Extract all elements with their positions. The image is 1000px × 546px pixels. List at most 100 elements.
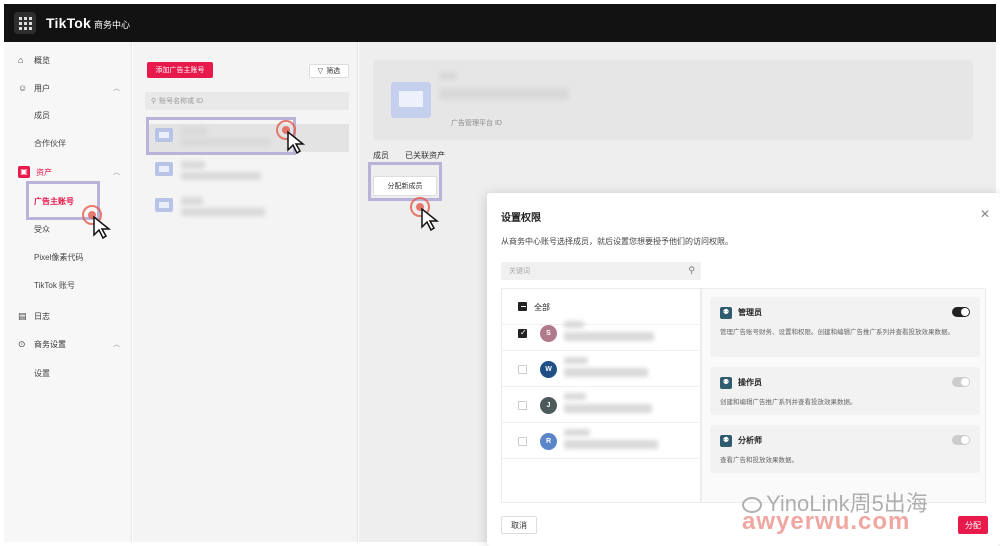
redacted-member-name (564, 321, 584, 328)
member-checkbox[interactable] (518, 401, 527, 410)
role-toggle-operator[interactable] (952, 377, 970, 387)
sidebar-item-logs[interactable]: ▤ 日志 (4, 306, 132, 326)
redacted-member-email (564, 404, 652, 413)
redacted-id (181, 208, 265, 216)
role-name: 管理员 (738, 308, 762, 317)
role-card-operator[interactable]: ⚉ 操作员 创建和编辑广告推广系列并查看投放效果数据。 (710, 367, 980, 415)
sidebar-item-label: 概览 (34, 55, 50, 65)
sidebar-item-users[interactable]: ☺ 用户 ︿ (4, 78, 132, 98)
click-cursor-icon (276, 120, 306, 154)
account-thumbnail (155, 162, 173, 176)
tab-members[interactable]: 成员 (373, 150, 389, 161)
member-checkbox[interactable] (518, 365, 527, 374)
filter-icon: ▽ (317, 68, 324, 75)
select-all-checkbox[interactable] (518, 302, 527, 311)
sidebar-item-partners[interactable]: 合作伙伴 (34, 138, 66, 149)
redacted-title (439, 88, 569, 100)
sidebar-item-assets[interactable]: ▣ 资产 ︿ (4, 162, 132, 182)
assign-button[interactable]: 分配 (958, 516, 988, 534)
filter-label: 筛选 (326, 68, 341, 75)
assets-icon: ▣ (18, 166, 30, 178)
redacted-member-name (564, 429, 590, 436)
keyword-search-input[interactable]: 关键词 ⚲ (501, 262, 701, 280)
search-icon: ⚲ (688, 265, 695, 275)
redacted-name (181, 197, 203, 205)
highlight-account-row (146, 117, 296, 155)
account-row[interactable] (149, 194, 349, 222)
sidebar-item-label: 资产 (36, 167, 52, 177)
click-cursor-icon (410, 197, 440, 231)
avatar: S (540, 325, 557, 342)
sidebar-item-tiktok-accounts[interactable]: TikTok 账号 (34, 280, 75, 291)
top-bar: TikTok 商务中心 (4, 4, 996, 42)
account-thumbnail (155, 198, 173, 212)
users-icon: ☺ (18, 83, 28, 93)
highlight-assign-button (368, 162, 442, 201)
brand-logo: TikTok (46, 15, 92, 31)
chevron-up-icon: ︿ (113, 169, 120, 176)
role-selection-pane: ⚉ 管理员 管理广告账号财务、设置和权限。创建和编辑广告推广系列并查看投放效果数… (701, 288, 986, 503)
redacted-member-name (564, 357, 588, 364)
redacted-id (181, 172, 261, 180)
chevron-up-icon: ︿ (113, 85, 120, 92)
role-card-admin[interactable]: ⚉ 管理员 管理广告账号财务、设置和权限。创建和编辑广告推广系列并查看投放效果数… (710, 297, 980, 357)
sidebar-item-label: 日志 (34, 311, 50, 321)
list-item[interactable]: R (502, 423, 702, 459)
account-header-card: 广告管理平台 ID (373, 60, 973, 140)
member-checkbox[interactable] (518, 328, 527, 338)
watermark-url: awyerwu.com (742, 508, 911, 535)
role-toggle-admin[interactable] (952, 307, 970, 317)
avatar: R (540, 433, 557, 450)
dialog-description: 从商务中心账号选择成员，就后设置您想要授予他们的访问权限。 (501, 237, 733, 246)
redacted-member-email (564, 332, 654, 341)
sidebar-item-overview[interactable]: ⌂ 概览 (4, 50, 132, 70)
sidebar-item-label: 用户 (34, 83, 50, 93)
add-advertiser-button[interactable]: 添加广告主账号 (147, 62, 213, 78)
redacted-name (439, 72, 457, 80)
sidebar-item-members[interactable]: 成员 (34, 110, 50, 121)
close-icon[interactable]: ✕ (980, 207, 990, 221)
select-all-label: 全部 (534, 303, 550, 312)
home-icon: ⌂ (18, 55, 24, 65)
brand-subtitle: 商务中心 (94, 20, 131, 30)
role-toggle-analyst[interactable] (952, 435, 970, 445)
settings-circle-icon: ⊙ (18, 339, 26, 349)
member-list: 全部 S W J R (501, 288, 702, 503)
avatar: J (540, 397, 557, 414)
role-name: 操作员 (738, 378, 762, 387)
click-cursor-icon (82, 205, 112, 239)
list-item[interactable]: S (502, 315, 702, 351)
dialog-title: 设置权限 (501, 213, 541, 224)
account-row[interactable] (149, 158, 349, 186)
sidebar-item-settings[interactable]: 设置 (34, 368, 50, 379)
sidebar: ⌂ 概览 ☺ 用户 ︿ 成员 合作伙伴 ▣ 资产 ︿ 广告主账号 受众 Pixe… (4, 42, 132, 542)
account-logo (391, 82, 431, 118)
cancel-button[interactable]: 取消 (501, 516, 537, 534)
sidebar-item-pixel[interactable]: Pixel像素代码 (34, 252, 83, 263)
role-card-analyst[interactable]: ⚉ 分析师 查看广告和投放效果数据。 (710, 425, 980, 473)
search-placeholder: 账号名称或 ID (159, 98, 204, 105)
platform-id-label: 广告管理平台 ID (451, 120, 502, 127)
list-item[interactable]: J (502, 387, 702, 423)
operator-role-icon: ⚉ (720, 377, 732, 389)
filter-button[interactable]: ▽ 筛选 (309, 64, 349, 78)
role-description: 查看广告和投放效果数据。 (720, 457, 798, 464)
role-description: 管理广告账号财务、设置和权限。创建和编辑广告推广系列并查看投放效果数据。 (720, 329, 954, 336)
sidebar-item-business-settings[interactable]: ⊙ 商务设置 ︿ (4, 334, 132, 354)
keyword-placeholder: 关键词 (509, 268, 530, 275)
tab-linked-assets[interactable]: 已关联资产 (405, 150, 445, 161)
redacted-member-email (564, 368, 648, 377)
account-search-input[interactable]: ⚲ 账号名称或 ID (145, 92, 349, 110)
chevron-up-icon: ︿ (113, 341, 120, 348)
role-name: 分析师 (738, 436, 762, 445)
redacted-member-email (564, 440, 658, 449)
list-item[interactable]: W (502, 351, 702, 387)
analyst-role-icon: ⚉ (720, 435, 732, 447)
admin-role-icon: ⚉ (720, 307, 732, 319)
role-description: 创建和编辑广告推广系列并查看投放效果数据。 (720, 399, 857, 406)
member-checkbox[interactable] (518, 437, 527, 446)
sidebar-item-label: 商务设置 (34, 339, 66, 349)
sidebar-item-audiences[interactable]: 受众 (34, 224, 50, 235)
document-icon: ▤ (18, 311, 27, 321)
app-grid-icon[interactable] (14, 12, 36, 34)
